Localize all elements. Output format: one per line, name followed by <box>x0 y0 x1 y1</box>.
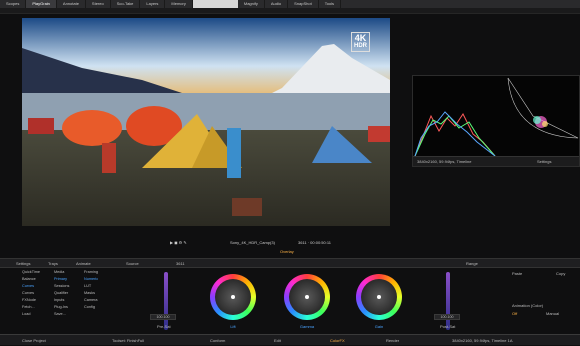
menu-item-playgrain[interactable]: PlayGrain <box>26 0 57 8</box>
post-sat-value[interactable]: 100.100 <box>434 314 460 320</box>
menu-item-audio[interactable]: Audio <box>265 0 289 8</box>
frame-number: 3611 <box>176 261 185 266</box>
menu-entry[interactable]: Curves <box>22 290 50 297</box>
menu-item-snapshot[interactable]: SnapShot <box>288 0 319 8</box>
menu-entry[interactable]: Config <box>84 304 112 311</box>
menu-entry[interactable]: Inputs <box>54 297 82 304</box>
gain-label: Gain <box>374 324 384 329</box>
post-sat-label: Post-Sat <box>440 324 456 329</box>
menu-entry[interactable]: Load <box>22 311 50 318</box>
timecode: 3611 · 00:00:50:11 <box>298 240 331 245</box>
menu-entry[interactable]: Camera <box>84 297 112 304</box>
clip-name: Sony_4K_HDR_Camp(3) <box>230 240 275 245</box>
scopes-status-bar: 3840x2160, 59.94fps, Timeline Settings <box>413 156 579 166</box>
toolset-label: Toolset: FinishFull <box>112 338 145 343</box>
menu-entry[interactable]: QuickTime <box>22 269 50 276</box>
menu-entry[interactable]: Framing <box>84 269 112 276</box>
paste-button[interactable]: Paste <box>512 270 522 277</box>
transport-bar: ▶ ◼ ⚙ ✎ Sony_4K_HDR_Camp(3) 3611 · 00:00… <box>170 238 410 254</box>
menu-item-annotate[interactable]: Annotate <box>57 0 86 8</box>
play-icon[interactable]: ▶ ◼ ⚙ ✎ <box>170 238 187 248</box>
tab-colorfx[interactable]: ColorFX <box>330 335 345 346</box>
animation-manual[interactable]: Manual <box>546 310 559 317</box>
post-sat-slider[interactable] <box>446 272 450 330</box>
menu-item-scopes[interactable]: Scopes <box>0 0 27 8</box>
lift-dot[interactable] <box>231 295 235 299</box>
menu-entry[interactable]: Save... <box>54 311 82 318</box>
menu-entry[interactable]: Fetch... <box>22 304 50 311</box>
histogram-vectorscope <box>414 77 579 157</box>
campsite-frame-image <box>22 18 390 226</box>
menu-item-magnify[interactable]: Magnify <box>238 0 265 8</box>
close-project-button[interactable]: Close Project <box>22 335 46 346</box>
menu-item-sco-take[interactable]: Sco-Take <box>111 0 141 8</box>
menu-item-stereo[interactable]: Stereo <box>86 0 111 8</box>
copy-button[interactable]: Copy <box>556 270 565 277</box>
bottom-tabs: Close Project Toolset: FinishFull Confor… <box>0 334 580 345</box>
lift-label: Lift <box>230 324 236 329</box>
tab-edit[interactable]: Edit <box>274 335 281 346</box>
menu-entry[interactable]: Primary <box>54 276 82 283</box>
menu-entry[interactable]: Plug-Ins <box>54 304 82 311</box>
tab-render[interactable]: Render <box>386 335 399 346</box>
top-menu-bar: Scopes PlayGrain Annotate Stereo Sco-Take Lay… <box>0 0 580 8</box>
menu-item-layers[interactable]: Layers <box>140 0 166 8</box>
animation-label: Animation (Color) <box>512 303 544 308</box>
menu-entry[interactable]: Qualifier <box>54 290 82 297</box>
sub-toolbar <box>0 8 580 14</box>
scopes-info: 3840x2160, 59.94fps, Timeline <box>417 159 472 164</box>
menu-item-tools[interactable]: Tools <box>319 0 342 8</box>
tab-conform[interactable]: Conform <box>210 335 225 346</box>
menu-entry[interactable]: LUT <box>84 283 112 290</box>
menu-entry[interactable]: Numeric <box>84 276 112 283</box>
gamma-dot[interactable] <box>305 295 309 299</box>
settings-tab[interactable]: Settings <box>16 259 30 268</box>
control-band: Settings Trays Animate Source 3611 Range <box>0 258 580 268</box>
menu-panel: QuickTime Balance Curves Curves FXNode Fetch.… <box>22 269 140 329</box>
source-tab[interactable]: Source <box>126 259 139 268</box>
animate-tab[interactable]: Animate <box>76 259 91 268</box>
overlay-toggle[interactable]: Overlay <box>280 247 294 257</box>
menu-entry[interactable]: FXNode <box>22 297 50 304</box>
right-panel: Paste Copy Animation (Color) Off Manual <box>512 268 580 328</box>
gamma-label: Gamma <box>299 324 315 329</box>
menu-entry[interactable]: Curves <box>22 283 50 290</box>
scopes-settings-button[interactable]: Settings <box>537 157 551 167</box>
menu-item-memory[interactable]: Memory <box>165 0 193 8</box>
pre-sat-label: Pre-Sat <box>157 324 171 329</box>
4k-hdr-badge: 4K HDR <box>351 32 370 52</box>
menu-entry[interactable]: Balance <box>22 276 50 283</box>
menu-entry[interactable]: Sessions <box>54 283 82 290</box>
scopes-panel[interactable]: 3840x2160, 59.94fps, Timeline Settings <box>412 75 580 167</box>
pre-sat-value[interactable]: 100.100 <box>150 314 176 320</box>
menu-entry[interactable]: Media <box>54 269 82 276</box>
animation-off[interactable]: Off <box>512 310 517 317</box>
range-tab[interactable]: Range <box>466 259 478 268</box>
status-text: 3840x2160, 59.94fps, Timeline 1A <box>452 338 513 343</box>
trays-tab[interactable]: Trays <box>48 259 58 268</box>
pre-sat-slider[interactable] <box>164 272 168 330</box>
gain-dot[interactable] <box>377 295 381 299</box>
menu-entry[interactable]: Masks <box>84 290 112 297</box>
menu-separator <box>192 0 238 8</box>
video-viewer[interactable]: 4K HDR <box>22 18 390 226</box>
